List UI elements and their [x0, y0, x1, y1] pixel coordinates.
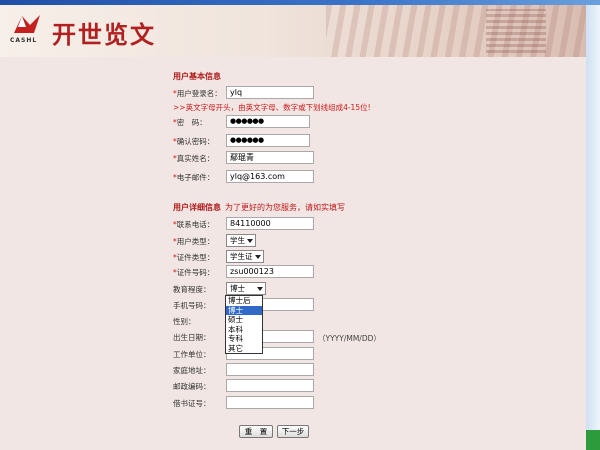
library-card-label: 借书证号： [173, 398, 211, 408]
birth-row: 出生日期： [173, 330, 225, 344]
education-option-selected[interactable]: 博士 [226, 305, 262, 315]
education-select[interactable]: 博士 [226, 282, 266, 295]
password-label: 密 码： [176, 117, 207, 127]
password-row: *密 码： [173, 115, 225, 129]
mobile-label: 手机号码： [173, 300, 211, 310]
zip-input[interactable] [226, 379, 314, 392]
education-option[interactable]: 其它 [226, 344, 262, 354]
education-option[interactable]: 硕士 [226, 315, 262, 325]
login-name-hint: >>英文字母开头，由英文字母、数字或下划线组成4-15位! [173, 103, 371, 112]
window: CASHL 开世览文 用户基本信息 *用户登录名： ylq >>英文字母开头，由… [0, 0, 600, 450]
login-name-label: 用户登录名： [176, 88, 222, 98]
logo-text: CASHL [10, 37, 38, 44]
id-type-value: 学生证 [230, 252, 253, 261]
email-row: *电子邮件： [173, 170, 225, 184]
real-name-label: 真实姓名： [176, 153, 215, 163]
chevron-down-icon [255, 255, 261, 259]
user-type-row: *用户类型： [173, 234, 225, 248]
address-input[interactable] [226, 363, 314, 376]
work-row: 工作单位： [173, 347, 225, 361]
password-input[interactable]: ●●●●●● [226, 115, 310, 128]
chevron-down-icon [257, 287, 263, 291]
next-button[interactable]: 下一步 [277, 425, 309, 438]
email-input[interactable]: ylq@163.com [226, 170, 314, 183]
library-card-row: 借书证号： [173, 396, 225, 410]
education-option[interactable]: 博士后 [226, 296, 262, 306]
confirm-password-input[interactable]: ●●●●●● [226, 134, 310, 147]
education-option[interactable]: 专科 [226, 334, 262, 344]
birth-label: 出生日期： [173, 332, 211, 342]
education-label: 教育程度： [173, 284, 211, 294]
user-type-value: 学生 [230, 236, 245, 245]
phone-input[interactable]: 84110000 [226, 217, 314, 230]
id-number-label: 证件号码： [176, 267, 215, 277]
confirm-password-row: *确认密码： [173, 134, 225, 148]
mobile-row: 手机号码： [173, 298, 225, 312]
work-label: 工作单位： [173, 349, 211, 359]
email-label: 电子邮件： [176, 172, 215, 182]
banner-decoration [326, 5, 586, 57]
gender-row: 性别： [173, 314, 225, 328]
banner-decoration-books [486, 9, 546, 53]
address-row: 家庭地址： [173, 363, 225, 377]
user-type-label: 用户类型： [176, 236, 215, 246]
login-name-input[interactable]: ylq [226, 86, 314, 99]
confirm-password-label: 确认密码： [176, 136, 215, 146]
chevron-down-icon [247, 239, 253, 243]
education-value: 博士 [230, 284, 245, 293]
brand-title: 开世览文 [52, 20, 156, 49]
address-label: 家庭地址： [173, 365, 211, 375]
id-number-row: *证件号码： [173, 265, 225, 279]
zip-label: 邮政编码： [173, 381, 211, 391]
right-scroll-area [586, 5, 600, 450]
id-number-input[interactable]: zsu000123 [226, 265, 314, 278]
detail-title-text: 用户详细信息 [173, 203, 221, 212]
real-name-row: *真实姓名： [173, 151, 225, 165]
birth-format-hint: （YYYY/MM/DD） [318, 334, 381, 343]
detail-note: 为了更好的为您服务，请如实填写 [225, 203, 345, 212]
gender-label: 性别： [173, 316, 196, 326]
real-name-input[interactable]: 鄢琨青 [226, 151, 314, 164]
login-name-row: *用户登录名： [173, 86, 225, 100]
header-banner: CASHL 开世览文 [0, 5, 586, 57]
reset-button[interactable]: 重 置 [239, 425, 273, 438]
id-type-label: 证件类型： [176, 252, 215, 262]
cashl-logo-icon [14, 15, 40, 33]
phone-label: 联系电话： [176, 219, 215, 229]
phone-row: *联系电话： [173, 217, 225, 231]
education-option[interactable]: 本科 [226, 325, 262, 335]
corner-indicator [586, 430, 600, 450]
education-dropdown: 博士后 博士 硕士 本科 专科 其它 [225, 295, 263, 354]
basic-info-title: 用户基本信息 [173, 72, 221, 81]
detail-info-title: 用户详细信息 为了更好的为您服务，请如实填写 [173, 202, 345, 213]
zip-row: 邮政编码： [173, 379, 225, 393]
id-type-select[interactable]: 学生证 [226, 250, 264, 263]
user-type-select[interactable]: 学生 [226, 234, 256, 247]
id-type-row: *证件类型： [173, 250, 225, 264]
library-card-input[interactable] [226, 396, 314, 409]
education-row: 教育程度： [173, 282, 225, 296]
